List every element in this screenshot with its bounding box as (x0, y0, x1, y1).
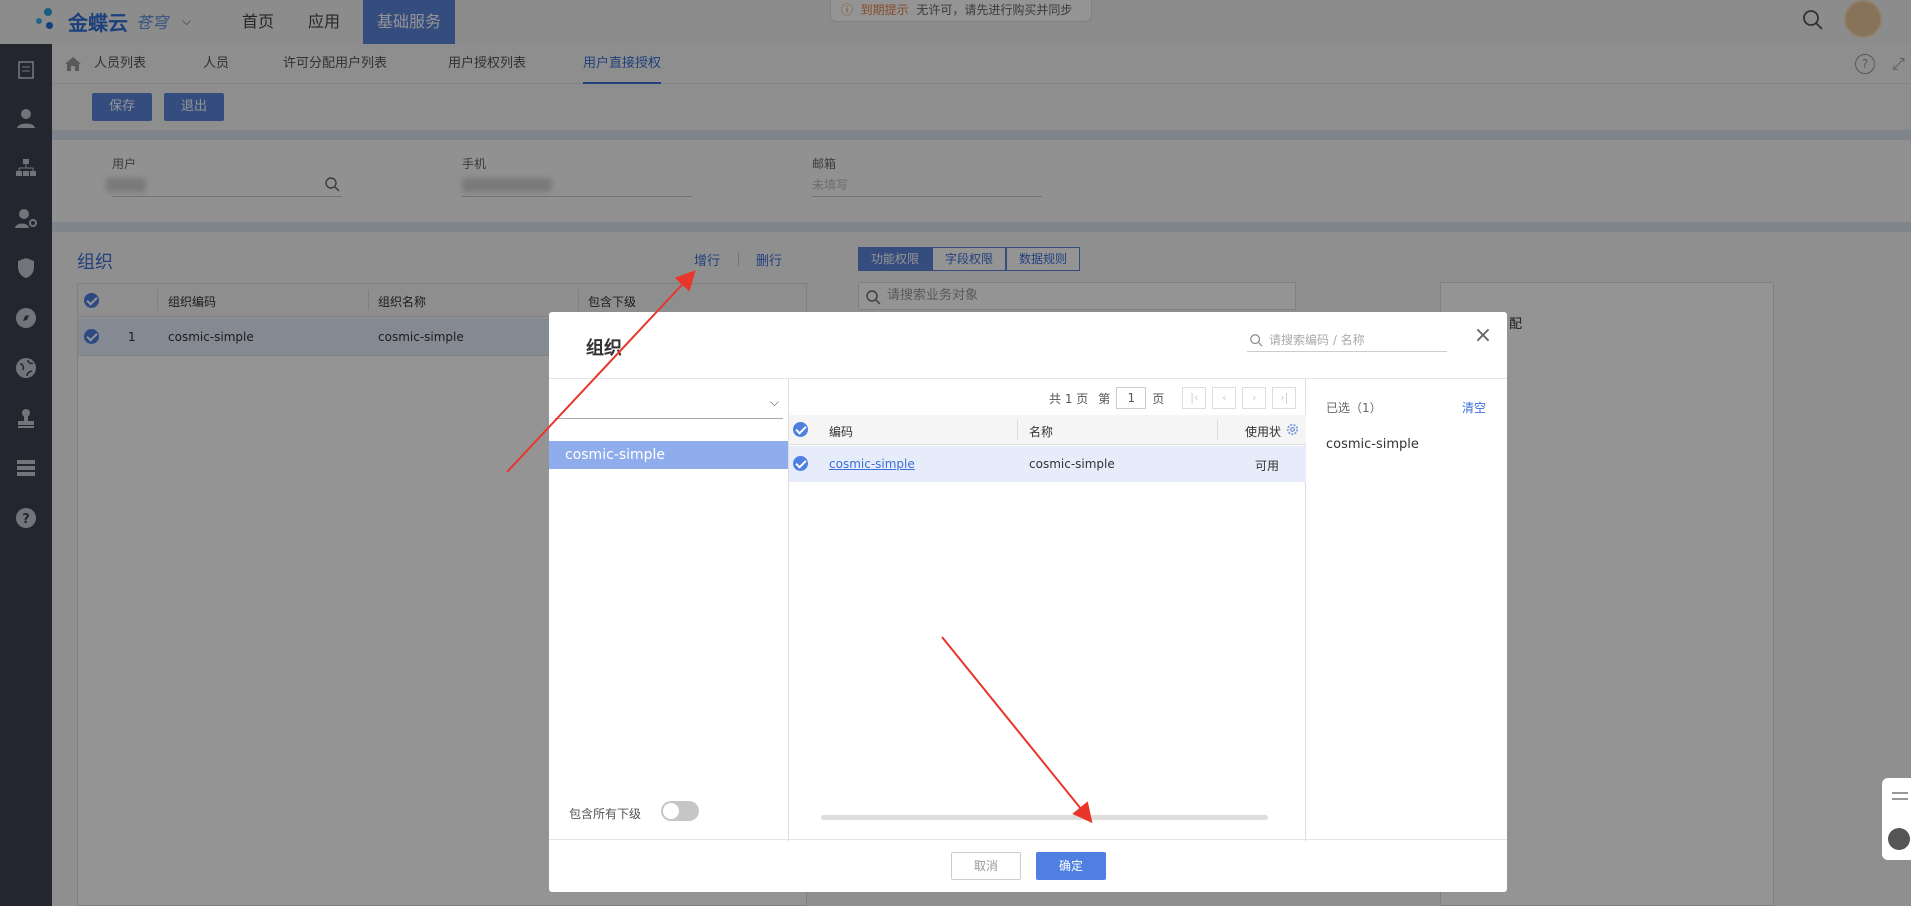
pager-prefix: 第 (1098, 391, 1111, 406)
tree-item[interactable]: cosmic-simple (549, 441, 788, 469)
modal-search-input[interactable]: 请搜索编码 / 名称 (1247, 328, 1447, 352)
include-sub-toggle[interactable] (661, 801, 699, 821)
widget-avatar (1888, 828, 1910, 850)
next-page-icon[interactable]: › (1242, 387, 1267, 409)
row-name: cosmic-simple (1029, 457, 1115, 471)
col-name: 名称 (1029, 425, 1054, 439)
ok-button[interactable]: 确定 (1036, 852, 1106, 880)
selected-item: cosmic-simple (1326, 437, 1419, 452)
page-input[interactable]: 1 (1116, 387, 1147, 409)
col-divider (1017, 420, 1018, 440)
close-icon[interactable]: × (1471, 324, 1495, 348)
search-icon (1250, 334, 1263, 347)
floating-widget[interactable] (1882, 778, 1911, 860)
cancel-button[interactable]: 取消 (951, 852, 1021, 880)
org-list-panel: 共 1 页 第 1 页 |‹ ‹ › ›| 编码 名称 使用状 cosmic-s… (789, 379, 1306, 841)
table-row[interactable]: cosmic-simple cosmic-simple 可用 (789, 446, 1306, 482)
menu-icon (1892, 792, 1908, 794)
modal-search-placeholder: 请搜索编码 / 名称 (1269, 333, 1365, 347)
last-page-icon[interactable]: ›| (1272, 387, 1297, 409)
row-status: 可用 (1255, 459, 1280, 473)
modal-body: ⌵ cosmic-simple 包含所有下级 共 1 页 第 1 页 |‹ ‹ … (549, 378, 1507, 841)
include-sub-label: 包含所有下级 (569, 807, 642, 821)
first-page-icon[interactable]: |‹ (1182, 387, 1207, 409)
col-code: 编码 (829, 425, 854, 439)
select-all-checkbox[interactable] (793, 422, 808, 437)
org-type-select[interactable]: ⌵ (555, 389, 783, 419)
org-list-header: 编码 名称 使用状 (789, 415, 1306, 445)
col-status: 使用状 (1245, 425, 1282, 439)
pager-suffix: 页 (1152, 391, 1165, 406)
modal-title: 组织 (586, 338, 622, 359)
org-tree-panel: ⌵ cosmic-simple 包含所有下级 (549, 379, 789, 841)
gear-icon[interactable] (1285, 422, 1300, 437)
pager-total: 共 1 页 (1049, 391, 1089, 406)
pager: 共 1 页 第 1 页 |‹ ‹ › ›| (1049, 387, 1297, 409)
prev-page-icon[interactable]: ‹ (1212, 387, 1237, 409)
col-divider (1217, 420, 1218, 440)
selected-count: 已选（1） (1326, 401, 1382, 415)
row-code-link[interactable]: cosmic-simple (829, 457, 915, 471)
horizontal-scrollbar[interactable] (821, 815, 1268, 820)
org-select-modal: 组织 请搜索编码 / 名称 × ⌵ cosmic-simple 包含所有下级 共… (549, 312, 1507, 892)
clear-link[interactable]: 清空 (1462, 399, 1486, 416)
row-checkbox[interactable] (793, 456, 808, 471)
chevron-down-icon: ⌵ (769, 395, 779, 409)
menu-icon-line (1892, 798, 1908, 800)
modal-footer: 取消 确定 (549, 840, 1507, 892)
selected-panel: 已选（1） 清空 cosmic-simple (1306, 379, 1507, 841)
